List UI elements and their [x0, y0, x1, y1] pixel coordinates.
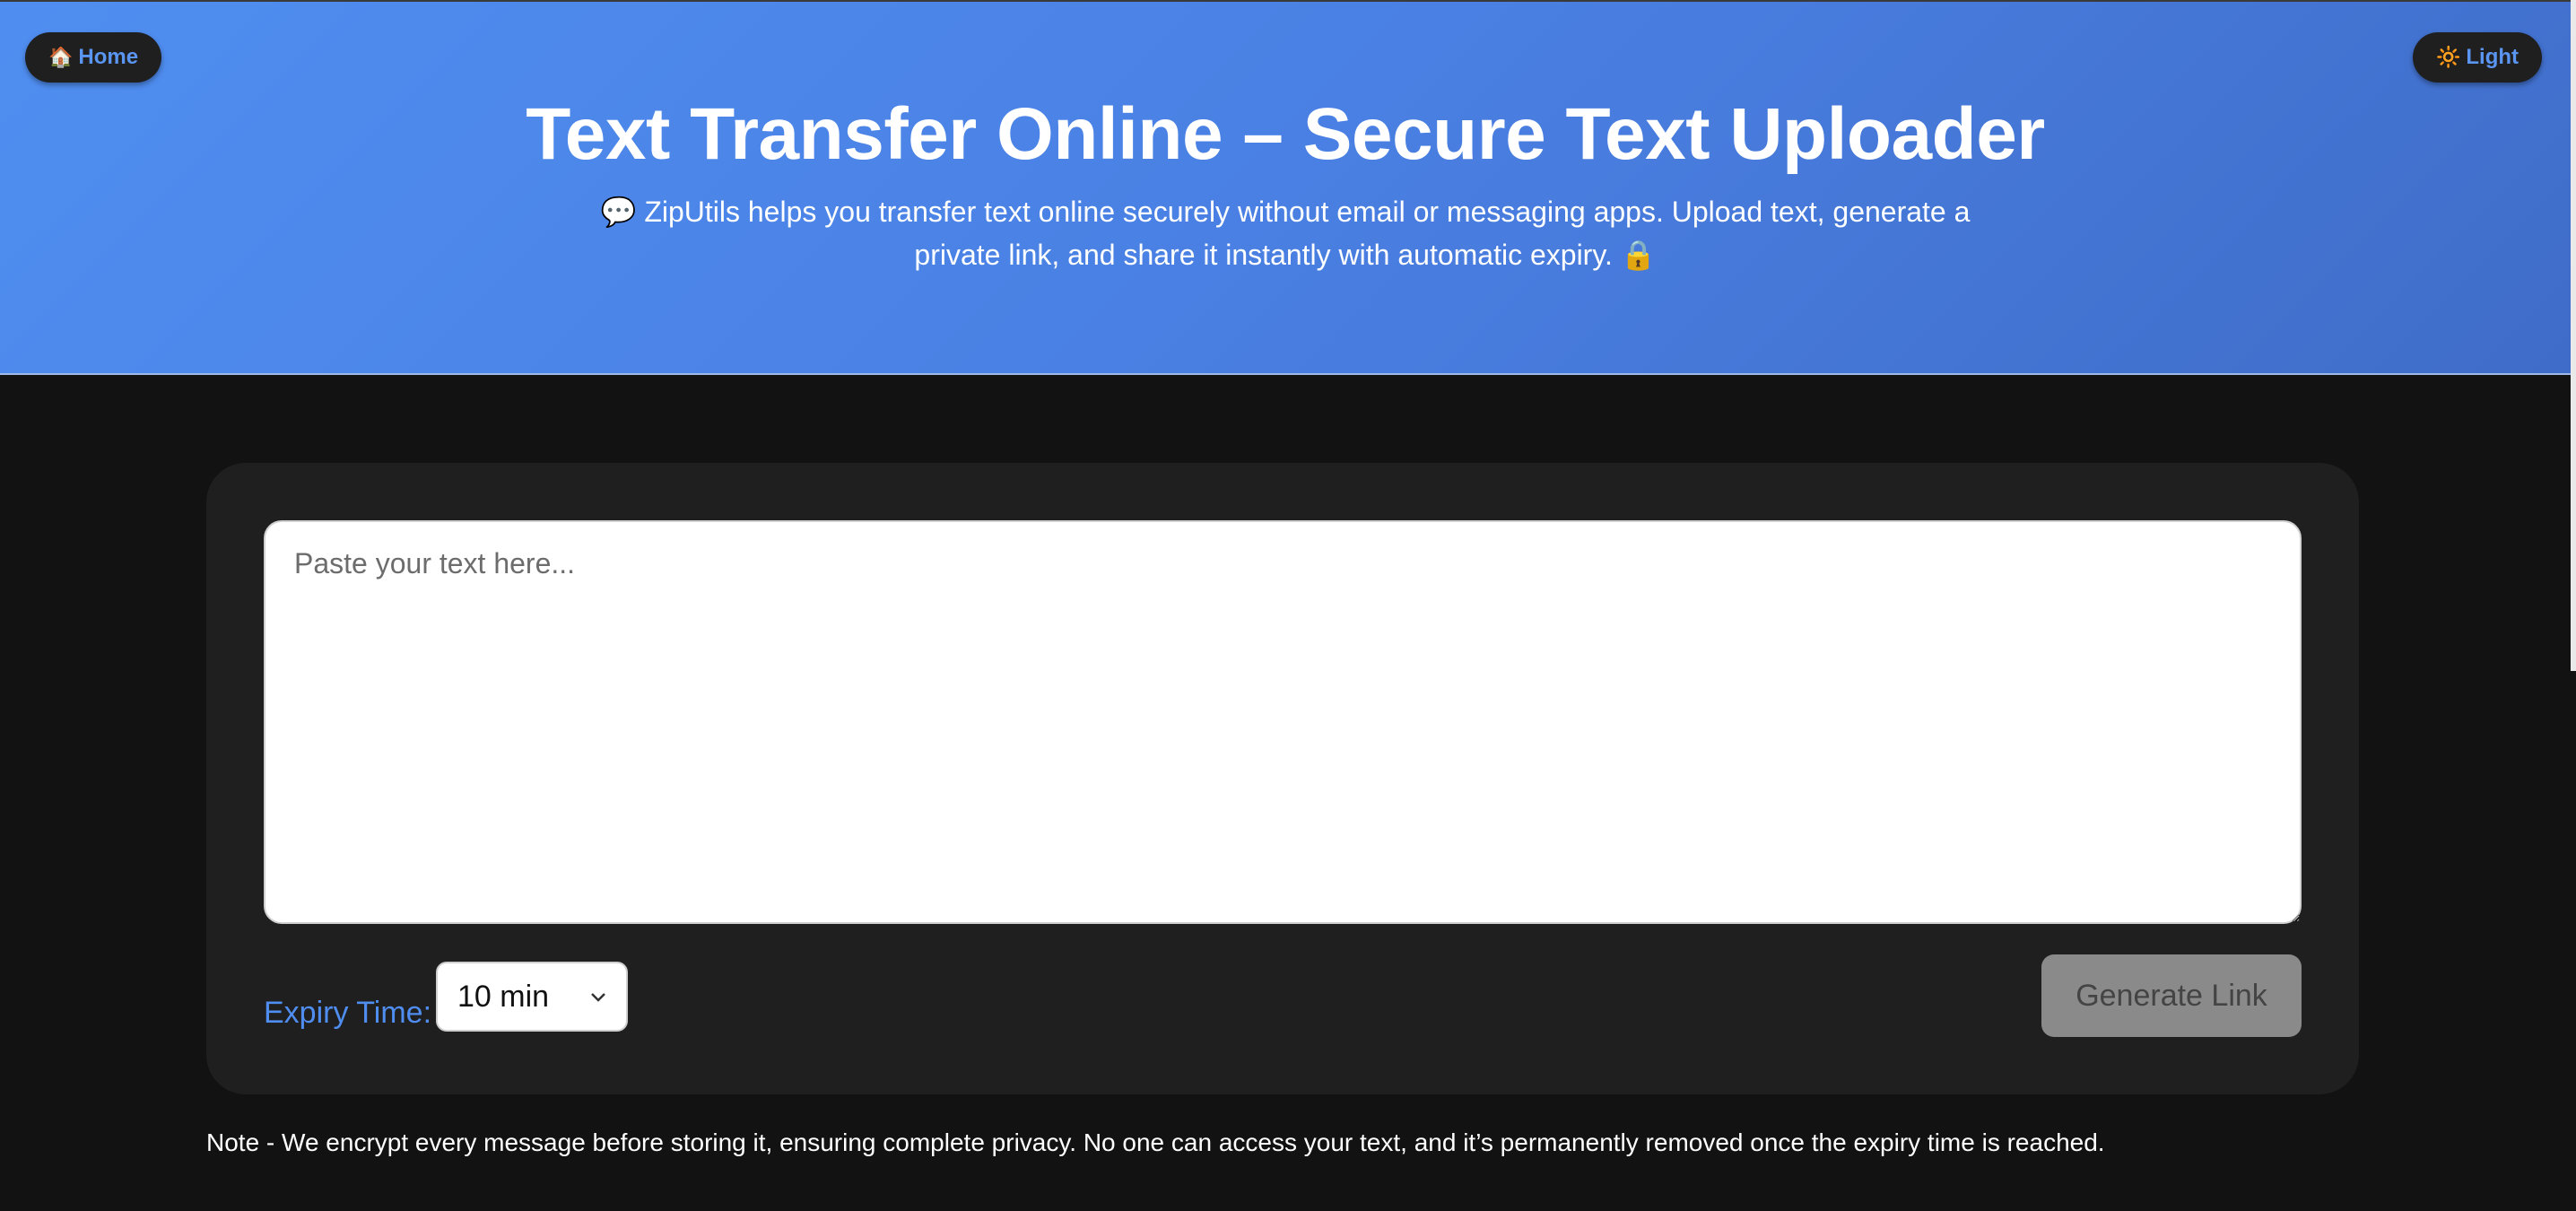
sun-icon: 🔆: [2435, 46, 2461, 68]
upload-card: Expiry Time: 10 min Generate Link: [206, 463, 2359, 1094]
theme-toggle-label: Light: [2466, 45, 2519, 69]
chevron-down-icon: [590, 985, 606, 1008]
hero-banner: 🏠 Home Text Transfer Online – Secure Tex…: [0, 0, 2571, 375]
page-description: 💬 ZipUtils helps you transfer text onlin…: [600, 196, 1971, 271]
expiry-time-select[interactable]: 10 min: [436, 962, 628, 1032]
privacy-note: Note - We encrypt every message before s…: [206, 1128, 2105, 1156]
theme-toggle-button[interactable]: 🔆 Light: [2413, 32, 2542, 83]
home-button-label: Home: [78, 45, 139, 69]
text-input[interactable]: [264, 520, 2302, 924]
expiry-time-value: 10 min: [457, 979, 550, 1014]
expiry-time-label: Expiry Time:: [264, 996, 432, 1030]
page-title: Text Transfer Online – Secure Text Uploa…: [526, 93, 2045, 175]
generate-link-button[interactable]: Generate Link: [2041, 954, 2302, 1037]
home-button[interactable]: 🏠 Home: [25, 32, 161, 83]
scrollbar[interactable]: [2571, 0, 2576, 671]
page: 🏠 Home Text Transfer Online – Secure Tex…: [0, 0, 2576, 1211]
house-icon: 🏠: [48, 46, 74, 68]
